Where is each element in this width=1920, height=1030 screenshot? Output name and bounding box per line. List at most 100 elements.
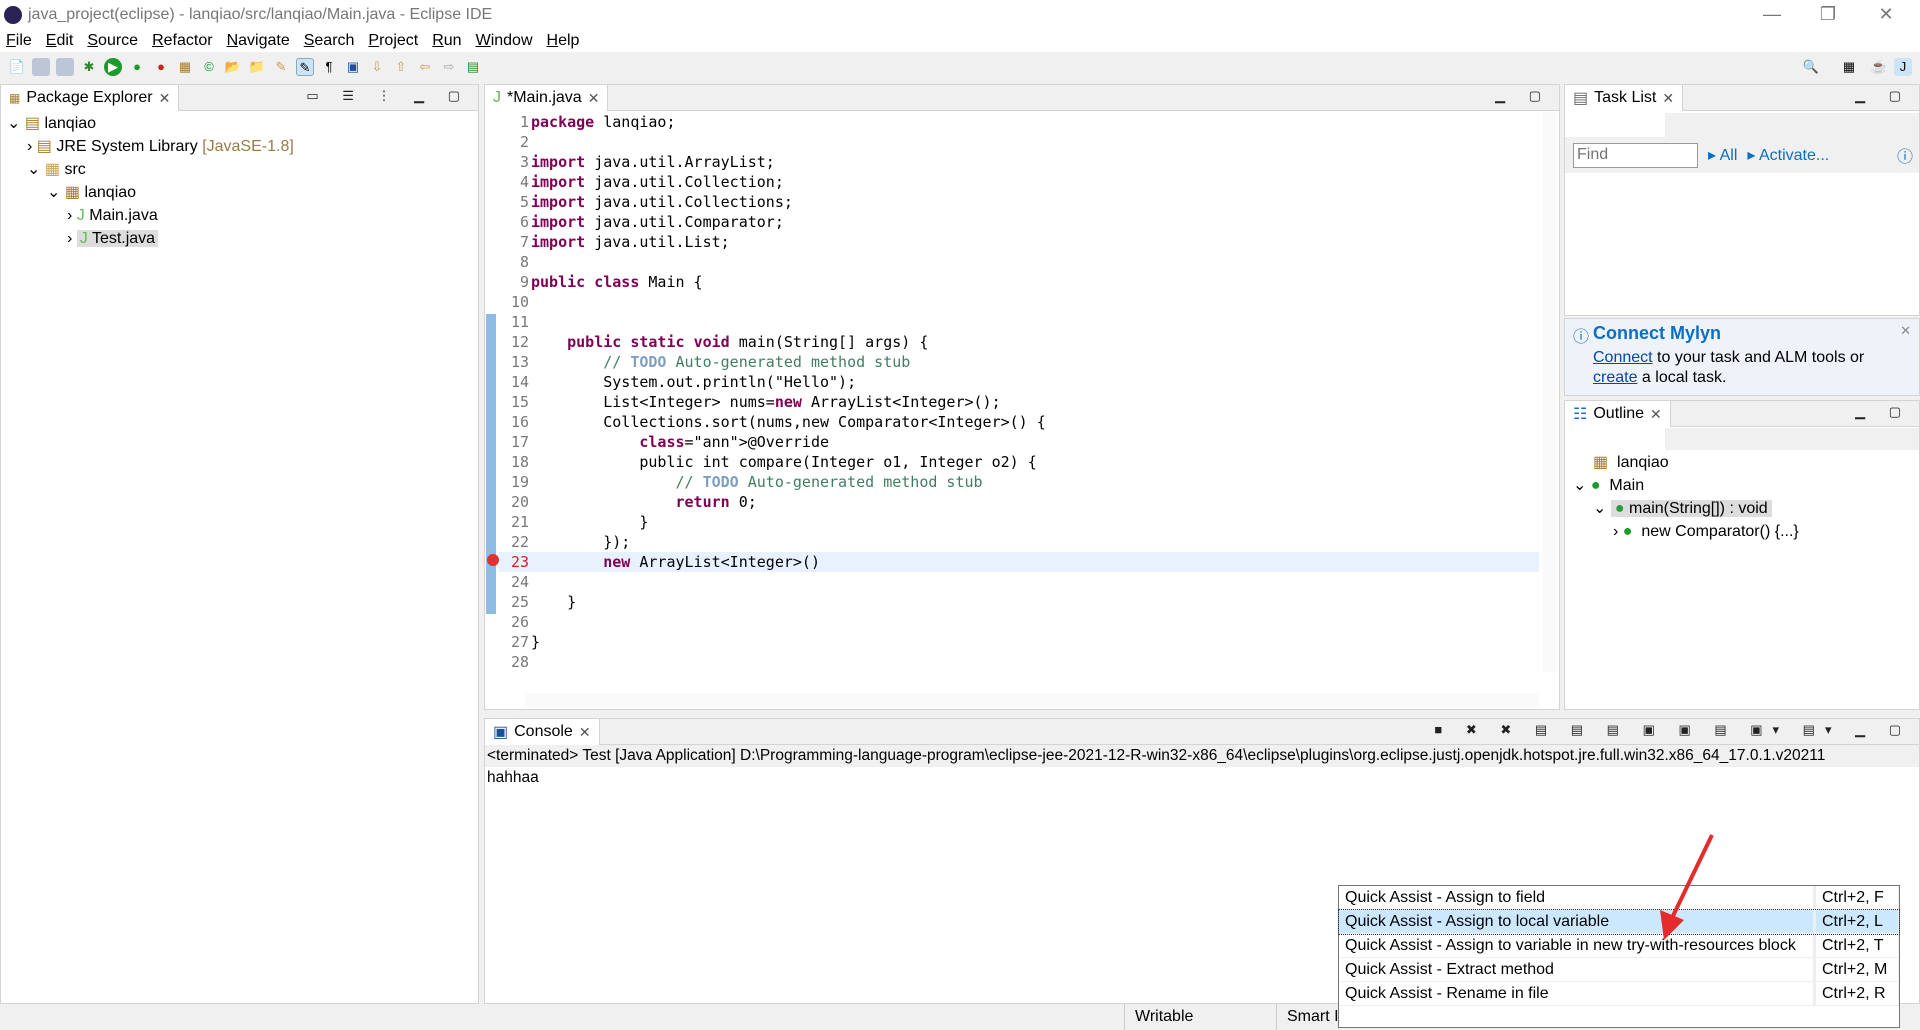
quick-assist-item[interactable]: Quick Assist - Rename in file Ctrl+2, R [1339, 982, 1899, 1006]
new-icon[interactable]: 📄 [8, 58, 26, 76]
outline-item-method[interactable]: ⌄ ● main(String[]) : void [1573, 497, 1919, 520]
java-ee-perspective-icon[interactable]: ☕ [1870, 58, 1888, 76]
view-controls[interactable]: ▭ ☰ ⋮ ▁ ▢ [306, 88, 470, 104]
code-line[interactable]: 26 [499, 612, 1539, 632]
quick-assist-item[interactable]: Quick Assist - Assign to field Ctrl+2, F [1339, 886, 1899, 910]
code-line[interactable]: 14 System.out.println("Hello"); [499, 372, 1539, 392]
new-class-icon[interactable]: © [200, 58, 218, 76]
code-line[interactable]: 7 import java.util.List; [499, 232, 1539, 252]
external-tools-icon[interactable]: ● [152, 58, 170, 76]
close-icon[interactable]: ✕ [1900, 323, 1911, 339]
code-line[interactable]: 23 new ArrayList<Integer>() [499, 552, 1539, 572]
tree-item-main-java[interactable]: › J Main.java [7, 204, 478, 227]
code-line[interactable]: 15 List<Integer> nums=new ArrayList<Inte… [499, 392, 1539, 412]
tab-package-explorer[interactable]: ▦ Package Explorer ✕ [1, 85, 180, 111]
close-window-button[interactable]: ✕ [1866, 4, 1906, 25]
code-line[interactable]: 18 public int compare(Integer o1, Intege… [499, 452, 1539, 472]
console-icon[interactable]: ▣ [344, 58, 362, 76]
code-line[interactable]: 17 class="ann">@Override [499, 432, 1539, 452]
view-controls[interactable]: ▁ ▢ [1855, 88, 1911, 104]
debug-icon[interactable]: ✱ [80, 58, 98, 76]
restore-window-button[interactable]: ❐ [1808, 4, 1848, 25]
menu-window[interactable]: Window [476, 32, 533, 50]
menu-source[interactable]: Source [87, 32, 138, 50]
code-line[interactable]: 20 return 0; [499, 492, 1539, 512]
previous-annotation-icon[interactable]: ⇧ [392, 58, 410, 76]
code-line[interactable]: 19 // TODO Auto-generated method stub [499, 472, 1539, 492]
code-line[interactable]: 11 [499, 312, 1539, 332]
close-icon[interactable]: ✕ [159, 90, 171, 107]
global-search-icon[interactable]: 🔍 [1802, 58, 1820, 76]
code-line[interactable]: 5 import java.util.Collections; [499, 192, 1539, 212]
java-perspective-icon[interactable]: J [1894, 58, 1912, 76]
create-link[interactable]: create [1593, 369, 1637, 386]
activate-link[interactable]: ▸ Activate... [1747, 145, 1829, 165]
find-input[interactable] [1573, 142, 1698, 168]
code-line[interactable]: 21 } [499, 512, 1539, 532]
menu-help[interactable]: Help [547, 32, 580, 50]
connect-link[interactable]: Connect [1593, 349, 1653, 366]
console-output[interactable]: hahhaa [487, 769, 539, 787]
open-perspective-icon[interactable]: ▦ [1840, 58, 1858, 76]
menu-navigate[interactable]: Navigate [227, 32, 290, 50]
tree-item-project[interactable]: ⌄ ▤ lanqiao [7, 112, 478, 135]
view-controls[interactable]: ▁ ▢ [1495, 88, 1551, 104]
vertical-scrollbar[interactable] [1543, 112, 1557, 672]
tree-item-jre[interactable]: › ▤ JRE System Library [JavaSE-1.8] [7, 135, 478, 158]
tab-main-java[interactable]: J *Main.java ✕ [485, 85, 609, 111]
tab-task-list[interactable]: ▤ Task List ✕ [1565, 85, 1684, 111]
open-task-icon[interactable]: 📁 [248, 58, 266, 76]
quick-assist-item-selected[interactable]: Quick Assist - Assign to local variable C… [1338, 909, 1900, 935]
code-line[interactable]: 12 public static void main(String[] args… [499, 332, 1539, 352]
tab-outline[interactable]: ☷ Outline ✕ [1565, 401, 1671, 427]
code-line[interactable]: 25 } [499, 592, 1539, 612]
help-icon[interactable]: ⓘ [1897, 143, 1913, 167]
save-icon[interactable] [32, 58, 50, 76]
view-controls[interactable]: ▁ ▢ [1855, 404, 1911, 420]
code-line[interactable]: 13 // TODO Auto-generated method stub [499, 352, 1539, 372]
minimize-window-button[interactable]: — [1752, 4, 1792, 25]
tree-item-src[interactable]: ⌄ ▦ src [7, 158, 478, 181]
code-line[interactable]: 1 package lanqiao; [499, 112, 1539, 132]
menu-project[interactable]: Project [368, 32, 418, 50]
quick-assist-item[interactable]: Quick Assist - Assign to variable in new… [1339, 934, 1899, 958]
close-icon[interactable]: ✕ [588, 90, 600, 107]
show-whitespace-icon[interactable]: ¶ [320, 58, 338, 76]
search-icon[interactable]: ✎ [272, 58, 290, 76]
console-toolbar[interactable]: ■ ✖ ✖ ▤ ▤ ▤ ▣ ▣ ▤ ▣▾ ▤▾ ▁ ▢ [1434, 722, 1911, 738]
menu-refactor[interactable]: Refactor [152, 32, 212, 50]
menu-run[interactable]: Run [432, 32, 461, 50]
code-line[interactable]: 22 }); [499, 532, 1539, 552]
forward-icon[interactable]: ⇨ [440, 58, 458, 76]
code-line[interactable]: 24 [499, 572, 1539, 592]
outline-item-anonymous[interactable]: › ● new Comparator() {...} [1573, 520, 1919, 543]
quick-assist-item[interactable]: Quick Assist - Extract method Ctrl+2, M [1339, 958, 1899, 982]
code-line[interactable]: 3 import java.util.ArrayList; [499, 152, 1539, 172]
menu-edit[interactable]: Edit [46, 32, 74, 50]
close-icon[interactable]: ✕ [1650, 406, 1662, 423]
pin-editor-icon[interactable]: ▤ [464, 58, 482, 76]
code-line[interactable]: 28 [499, 652, 1539, 672]
outline-item-class[interactable]: ⌄ ● Main [1573, 474, 1919, 497]
open-type-icon[interactable]: 📂 [224, 58, 242, 76]
menu-file[interactable]: File [6, 32, 32, 50]
code-line[interactable]: 6 import java.util.Comparator; [499, 212, 1539, 232]
save-all-icon[interactable] [56, 58, 74, 76]
code-line[interactable]: 16 Collections.sort(nums,new Comparator<… [499, 412, 1539, 432]
code-line[interactable]: 2 [499, 132, 1539, 152]
run-icon[interactable]: ▶ [104, 58, 122, 76]
outline-item-package[interactable]: ▦ lanqiao [1573, 451, 1919, 474]
menu-search[interactable]: Search [304, 32, 355, 50]
code-line[interactable]: 10 [499, 292, 1539, 312]
coverage-icon[interactable]: ● [128, 58, 146, 76]
code-editor[interactable]: 1 package lanqiao; 2 3 import java.util.Arra… [487, 112, 1539, 672]
code-line[interactable]: 8 [499, 252, 1539, 272]
close-icon[interactable]: ✕ [579, 724, 591, 741]
tree-item-test-java[interactable]: › J Test.java [7, 227, 478, 250]
filter-all-link[interactable]: ▸ All [1708, 145, 1737, 165]
code-line[interactable]: 27} [499, 632, 1539, 652]
horizontal-scrollbar[interactable] [525, 693, 1539, 707]
close-icon[interactable]: ✕ [1662, 90, 1674, 107]
back-icon[interactable]: ⇦ [416, 58, 434, 76]
code-line[interactable]: 4 import java.util.Collection; [499, 172, 1539, 192]
